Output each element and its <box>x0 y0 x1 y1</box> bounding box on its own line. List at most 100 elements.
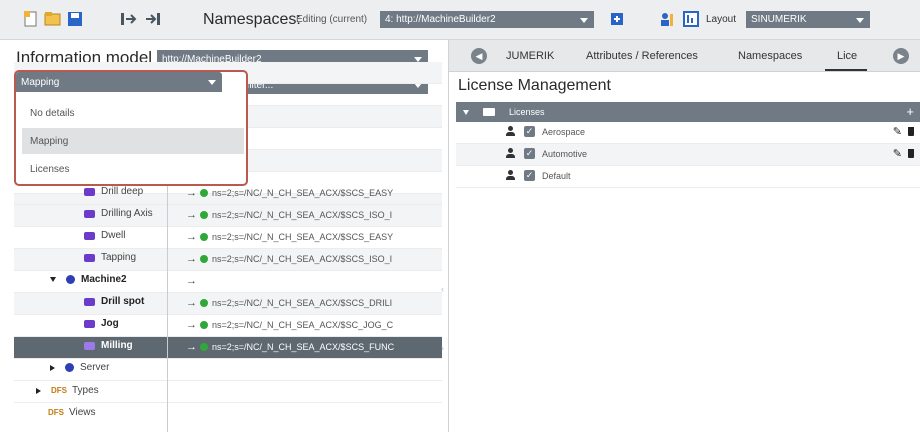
tree-row[interactable]: Drilling Axis → ns=2;s=/NC/_N_CH_SEA_ACX/… <box>14 205 442 227</box>
tree-row[interactable]: DFS Types <box>14 381 442 403</box>
arrow-right-icon: → <box>186 275 197 287</box>
tree-node: Jog <box>84 318 119 329</box>
tab-attributes-references[interactable]: Attributes / References <box>586 50 698 62</box>
tab-scroll-right-icon[interactable]: ▶ <box>893 48 909 64</box>
licenses-header-row[interactable]: Licenses + <box>456 102 920 122</box>
method-icon <box>84 209 95 218</box>
expand-icon[interactable] <box>50 277 56 282</box>
tree-node: Drill deep <box>84 186 143 197</box>
method-icon <box>84 319 95 328</box>
layout-icon[interactable] <box>680 8 702 30</box>
status-dot-icon <box>200 255 208 263</box>
edit-icon[interactable]: ✎ <box>893 147 902 160</box>
mapping-cell: → ns=2;s=/NC/_N_CH_SEA_ACX/$SCS_EASY <box>186 187 438 199</box>
folder-icon <box>483 108 495 116</box>
mapping-text: ns=2;s=/NC/_N_CH_SEA_ACX/$SCS_EASY <box>212 232 394 242</box>
option-no-details[interactable]: No details <box>22 100 244 126</box>
user-icon <box>506 170 515 181</box>
tree-row[interactable]: Jog → ns=2;s=/NC/_N_CH_SEA_ACX/$SC_JOG_C <box>14 315 442 337</box>
node-label: Jog <box>101 318 119 329</box>
method-icon <box>84 297 95 306</box>
node-label: Milling <box>101 340 133 351</box>
license-label: Automotive <box>542 148 588 159</box>
mapping-cell: → ns=2;s=/NC/_N_CH_SEA_ACX/$SCS_FUNC <box>186 341 438 353</box>
tree-row[interactable]: Tapping → ns=2;s=/NC/_N_CH_SEA_ACX/$SCS_I… <box>14 249 442 271</box>
import-icon[interactable] <box>118 8 140 30</box>
delete-icon[interactable] <box>908 149 914 158</box>
status-dot-icon <box>200 343 208 351</box>
license-checkbox[interactable]: ✓ <box>524 148 535 159</box>
arrow-right-icon: → <box>186 341 197 353</box>
save-icon[interactable] <box>64 8 86 30</box>
open-folder-icon[interactable] <box>42 8 64 30</box>
node-label: Dwell <box>101 230 126 241</box>
option-label: Licenses <box>30 163 70 175</box>
tree-row-selected[interactable]: Milling → ns=2;s=/NC/_N_CH_SEA_ACX/$SCS_F… <box>14 337 442 359</box>
layout-value: SINUMERIK <box>751 14 807 25</box>
tree-row[interactable]: Drill spot → ns=2;s=/NC/_N_CH_SEA_ACX/$SC… <box>14 293 442 315</box>
chevron-down-icon <box>580 17 588 23</box>
folder-icon: DFS <box>48 408 64 417</box>
expand-icon[interactable] <box>463 109 469 115</box>
arrow-right-icon: → <box>186 209 197 221</box>
tree-row[interactable]: Machine2 → <box>14 271 442 293</box>
layout-label: Layout <box>706 14 737 25</box>
license-item: ✓ Aerospace <box>506 126 585 137</box>
tree-node: Drill spot <box>84 296 144 307</box>
edit-icon[interactable]: ✎ <box>893 125 902 138</box>
add-license-icon[interactable]: + <box>906 104 914 119</box>
node-label: Drilling Axis <box>101 208 153 219</box>
tree-row[interactable]: DFS Views <box>14 403 442 425</box>
license-checkbox[interactable]: ✓ <box>524 126 535 137</box>
user-management-icon[interactable] <box>656 8 678 30</box>
tree-node: Dwell <box>84 230 125 241</box>
chevron-down-icon <box>856 17 864 23</box>
tab-namespaces[interactable]: Namespaces <box>738 50 802 62</box>
delete-icon[interactable] <box>908 127 914 136</box>
option-label: Mapping <box>30 135 69 147</box>
arrow-right-icon: → <box>186 319 197 331</box>
tree-row[interactable]: Server <box>14 359 442 381</box>
namespace-dropdown[interactable]: 4: http://MachineBuilder2 <box>380 11 594 28</box>
license-checkbox[interactable]: ✓ <box>524 170 535 181</box>
license-row[interactable]: ✓ Default <box>456 166 920 188</box>
mapping-text: ns=2;s=/NC/_N_CH_SEA_ACX/$SCS_ISO_I <box>212 210 393 220</box>
license-item: ✓ Automotive <box>506 148 587 159</box>
tab-scroll-left-icon[interactable]: ◀ <box>471 48 487 64</box>
collapse-icon[interactable] <box>50 364 55 371</box>
splitter-handle-icon[interactable]: ‹ <box>441 284 444 294</box>
arrow-right-icon: → <box>186 231 197 243</box>
collapse-icon[interactable] <box>36 387 41 394</box>
new-file-icon[interactable] <box>20 8 42 30</box>
tree-node: Tapping <box>84 252 136 263</box>
method-icon <box>84 187 95 196</box>
tab-licenses[interactable]: Lice <box>837 50 857 62</box>
license-management-pane: ◀ JUMERIK Attributes / References Namesp… <box>449 40 920 432</box>
user-icon <box>506 126 515 137</box>
status-dot-icon <box>200 189 208 197</box>
mapping-cell: → <box>186 275 438 287</box>
main-toolbar: Namespaces: Editing (current) 4: http://… <box>0 0 920 40</box>
mapping-text: ns=2;s=/NC/_N_CH_SEA_ACX/$SC_JOG_C <box>212 320 394 330</box>
mapping-cell: → ns=2;s=/NC/_N_CH_SEA_ACX/$SCS_ISO_I <box>186 209 438 221</box>
license-management-title: License Management <box>458 77 611 94</box>
option-label: No details <box>30 107 75 119</box>
details-filter-dropdown-open[interactable]: Mapping <box>16 72 222 92</box>
status-dot-icon <box>200 211 208 219</box>
mapping-text: ns=2;s=/NC/_N_CH_SEA_ACX/$SCS_FUNC <box>212 342 395 352</box>
license-row[interactable]: ✓ Aerospace ✎ <box>456 122 920 144</box>
tree-row[interactable]: Drill deep → ns=2;s=/NC/_N_CH_SEA_ACX/$SC… <box>14 183 442 205</box>
tab-sinumerik[interactable]: JUMERIK <box>506 50 554 62</box>
tree-row[interactable]: Dwell → ns=2;s=/NC/_N_CH_SEA_ACX/$SCS_EAS… <box>14 227 442 249</box>
layout-dropdown[interactable]: SINUMERIK <box>746 11 870 28</box>
splitter-handle-icon[interactable]: › <box>441 343 444 353</box>
namespace-settings-icon[interactable] <box>606 8 628 30</box>
option-licenses[interactable]: Licenses <box>22 156 244 182</box>
licenses-header-label: Licenses <box>509 107 545 117</box>
license-row[interactable]: ✓ Automotive ✎ <box>456 144 920 166</box>
status-dot-icon <box>200 321 208 329</box>
export-icon[interactable] <box>142 8 164 30</box>
method-icon <box>84 341 95 350</box>
method-icon <box>84 253 95 262</box>
option-mapping[interactable]: Mapping <box>22 128 244 154</box>
